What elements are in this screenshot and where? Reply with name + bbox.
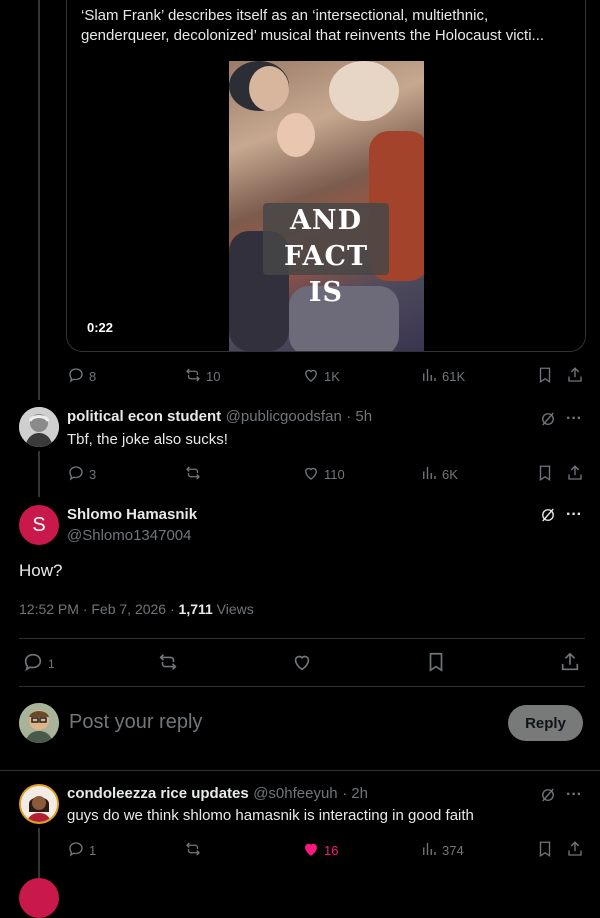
reply-icon [67,840,85,861]
reply1-text: Tbf, the joke also sucks! [67,431,228,448]
share-button[interactable] [566,840,584,861]
reply-icon [67,464,85,485]
reply2-text: guys do we think shlomo hamasnik is inte… [67,807,474,824]
display-name[interactable]: condoleezza rice updates [67,785,249,802]
my-avatar[interactable] [19,703,59,743]
repost-action[interactable] [184,464,206,485]
divider [19,686,585,687]
grok-icon [539,786,557,807]
like-action[interactable] [291,651,313,676]
views-action[interactable]: 61K [420,366,465,387]
repost-icon [184,464,202,485]
quoted-media-card[interactable]: ‘Slam Frank’ describes itself as an ‘int… [66,0,586,352]
post-time[interactable]: · 5h [346,408,372,425]
user-handle[interactable]: @s0hfeeyuh [253,785,337,802]
reply-action[interactable]: 1 [67,840,96,861]
bookmark-icon [536,840,554,861]
post-text: How? [19,561,63,580]
bookmark-icon [536,464,554,485]
views-action[interactable]: 6K [420,464,458,485]
reply1-header: political econ student @publicgoodsfan ·… [67,408,372,426]
views-label: Views [212,601,254,617]
repost-action[interactable] [184,840,206,861]
reply-button[interactable]: Reply [508,705,583,741]
bookmark-button[interactable] [536,464,554,485]
avatar[interactable]: S [19,505,59,545]
reply-icon [67,366,85,387]
media-caption: ‘Slam Frank’ describes itself as an ‘int… [81,7,545,44]
display-name[interactable]: political econ student [67,408,221,425]
thread-line [38,0,40,400]
portrait-icon [21,786,57,822]
reply-icon [22,651,44,676]
share-button[interactable] [559,651,581,676]
avatar[interactable] [19,407,59,447]
views-chart-icon [420,464,438,485]
like-action[interactable]: 1K [302,366,340,387]
cartoon-portrait-icon [19,703,59,743]
video-text-overlay: AND FACT IS [263,203,389,308]
grok-button[interactable] [539,410,557,431]
video-duration: 0:22 [87,320,114,335]
bookmark-icon [536,366,554,387]
share-button[interactable] [566,366,584,387]
share-button[interactable] [566,464,584,485]
views-action[interactable]: 374 [420,840,464,861]
more-icon: ··· [566,410,582,427]
share-icon [566,464,584,485]
repost-icon [157,651,179,676]
grok-icon [539,506,557,527]
repost-icon [184,366,202,387]
display-name[interactable]: Shlomo Hamasnik [67,506,197,523]
reply-action[interactable]: 3 [67,464,96,485]
views-chart-icon [420,840,438,861]
like-action[interactable]: 110 [302,464,345,485]
repost-action[interactable]: 10 [184,366,220,387]
like-action-liked[interactable]: 16 [302,840,338,861]
views-chart-icon [420,366,438,387]
repost-action[interactable] [157,651,179,676]
post-timestamp[interactable]: 12:52 PM · Feb 7, 2026 · [19,601,179,617]
reply-action[interactable]: 1 [22,651,55,676]
reply2-header: condoleezza rice updates @s0hfeeyuh · 2h [67,785,368,803]
thread-line [38,451,40,497]
avatar[interactable] [19,878,59,918]
bookmark-button[interactable] [536,366,554,387]
portrait-icon [19,407,59,447]
grok-icon [539,410,557,431]
views-count: 1,711 [178,601,213,617]
more-icon: ··· [566,786,582,803]
more-options-button[interactable]: ··· [566,506,582,524]
share-icon [566,840,584,861]
bookmark-button[interactable] [536,840,554,861]
heart-icon [302,366,320,387]
repost-icon [184,840,202,861]
video-player[interactable]: AND FACT IS [229,61,424,351]
heart-icon [291,651,313,676]
user-handle[interactable]: @publicgoodsfan [226,408,342,425]
post-meta: 12:52 PM · Feb 7, 2026 · 1,711 Views [19,601,254,617]
post-time[interactable]: · 2h [342,785,368,802]
grok-button[interactable] [539,506,557,527]
heart-filled-icon [302,840,320,861]
reply-action[interactable]: 8 [67,366,96,387]
bookmark-button[interactable] [425,651,447,676]
divider [19,638,585,639]
share-icon [566,366,584,387]
thread-line [38,828,40,884]
more-options-button[interactable]: ··· [566,410,582,428]
reply-input[interactable]: Post your reply [69,711,202,734]
heart-icon [302,464,320,485]
more-options-button[interactable]: ··· [566,786,582,804]
divider [0,770,600,771]
user-handle[interactable]: @Shlomo1347004 [67,527,191,544]
grok-button[interactable] [539,786,557,807]
avatar[interactable] [19,784,59,824]
bookmark-icon [425,651,447,676]
more-icon: ··· [566,506,582,523]
share-icon [559,651,581,676]
